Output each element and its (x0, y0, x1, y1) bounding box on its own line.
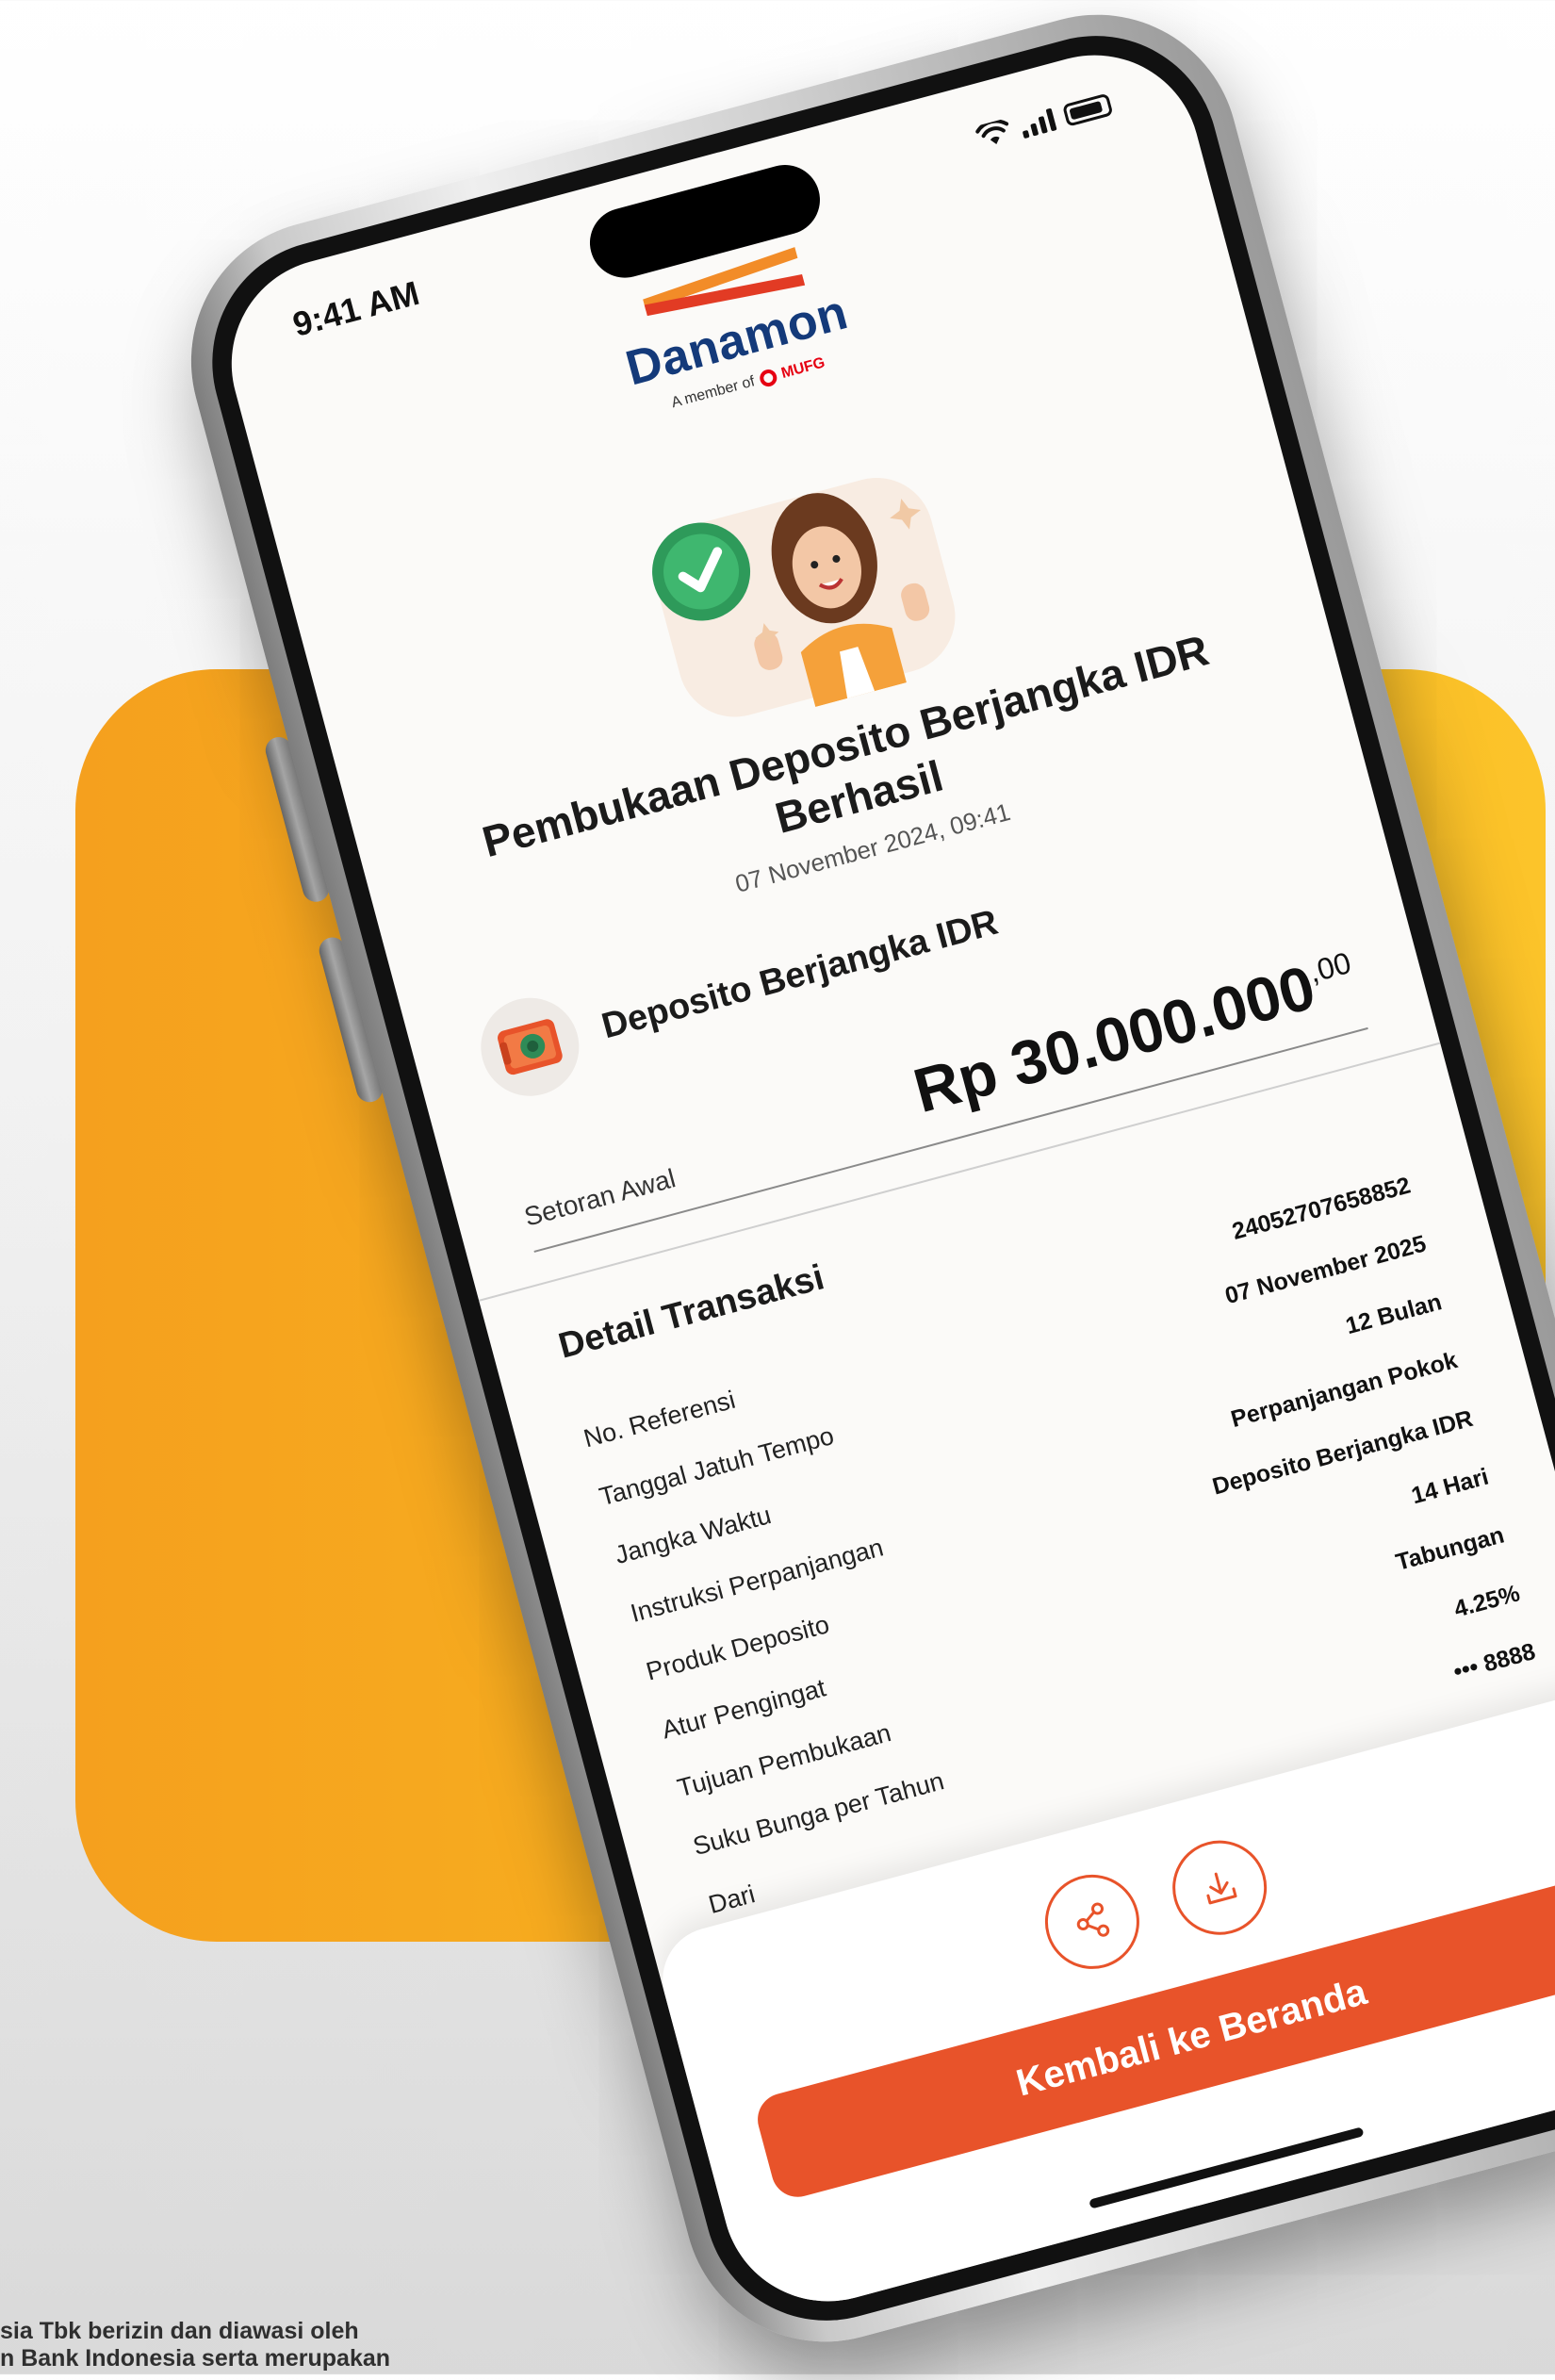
amount-cents: ,00 (1305, 944, 1355, 990)
cellular-signal-icon (1019, 107, 1057, 140)
mufg-logo-icon (758, 368, 779, 389)
footer-line-1: sia Tbk berizin dan diawasi oleh (0, 2318, 359, 2344)
footer-disclaimer: sia Tbk berizin dan diawasi oleh n Bank … (0, 2318, 660, 2374)
amount-label: Setoran Awal (521, 1163, 679, 1232)
product-name: Deposito Berjangka IDR (597, 902, 1003, 1046)
footer-line-2: n Bank Indonesia serta merupakan (0, 2345, 391, 2372)
detail-value: 24052707658852 (1229, 1172, 1414, 1245)
download-button[interactable] (1161, 1830, 1278, 1945)
partner-name: MUFG (779, 354, 827, 382)
battery-icon (1061, 92, 1114, 127)
share-icon (1076, 1902, 1110, 1937)
download-icon (1206, 1872, 1237, 1905)
status-icons (974, 91, 1114, 151)
deposit-safe-icon (469, 987, 591, 1108)
wifi-icon (975, 119, 1009, 144)
detail-label: Dari (705, 1879, 759, 1919)
share-button[interactable] (1034, 1863, 1151, 1980)
status-time: 9:41 AM (288, 272, 423, 344)
